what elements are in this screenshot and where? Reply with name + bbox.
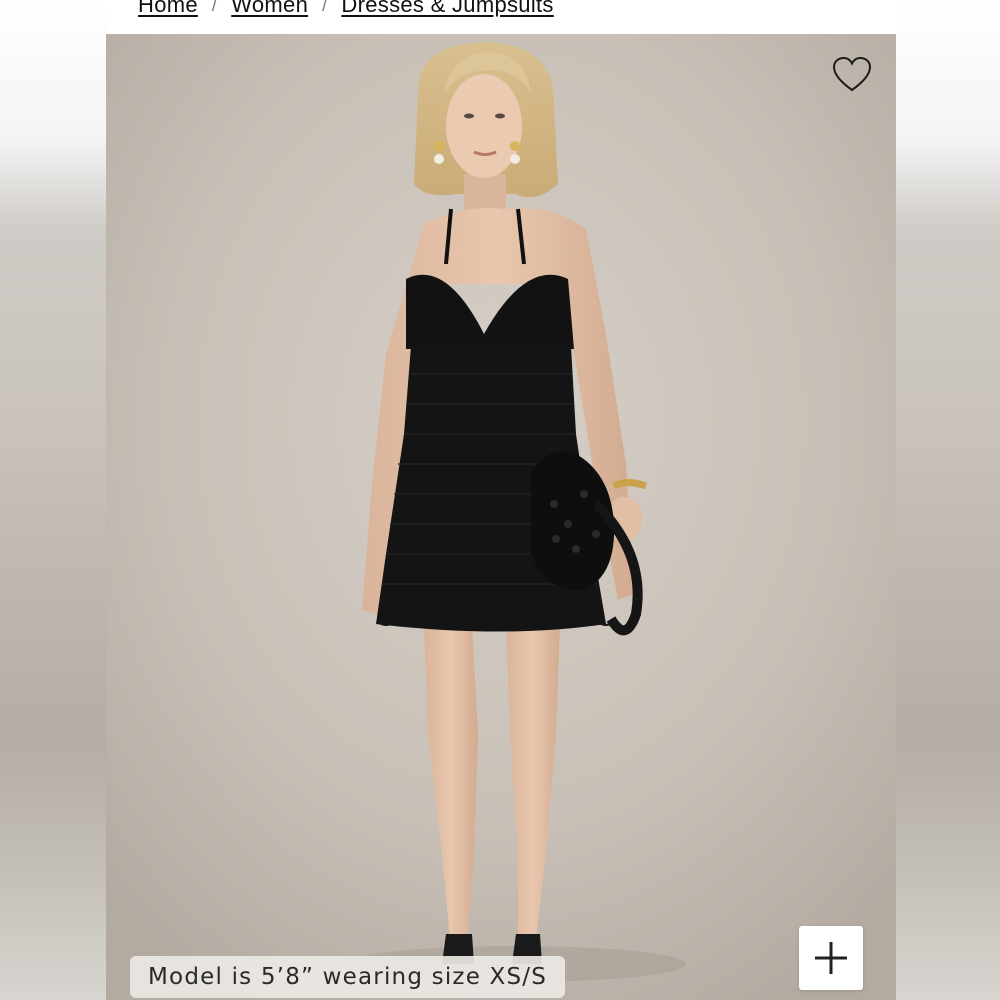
breadcrumb: Home / Women / Dresses & Jumpsuits — [138, 0, 554, 20]
breadcrumb-women[interactable]: Women — [231, 0, 308, 18]
plus-icon — [815, 942, 847, 974]
breadcrumb-separator: / — [322, 0, 328, 15]
product-image[interactable] — [106, 34, 896, 1000]
screenshot-frame: Home / Women / Dresses & Jumpsuits Model… — [0, 0, 1000, 1000]
caption-text: Model is 5’8” wearing size XS/S — [148, 964, 548, 990]
model-size-caption: Model is 5’8” wearing size XS/S — [130, 956, 566, 998]
breadcrumb-separator: / — [211, 0, 218, 15]
heart-outline-icon — [832, 56, 872, 92]
breadcrumb-dresses-jumpsuits[interactable]: Dresses & Jumpsuits — [341, 0, 553, 18]
favorite-button[interactable] — [832, 56, 872, 94]
breadcrumb-home[interactable]: Home — [138, 0, 198, 18]
model-illustration — [106, 34, 896, 1000]
zoom-button[interactable] — [799, 926, 863, 990]
